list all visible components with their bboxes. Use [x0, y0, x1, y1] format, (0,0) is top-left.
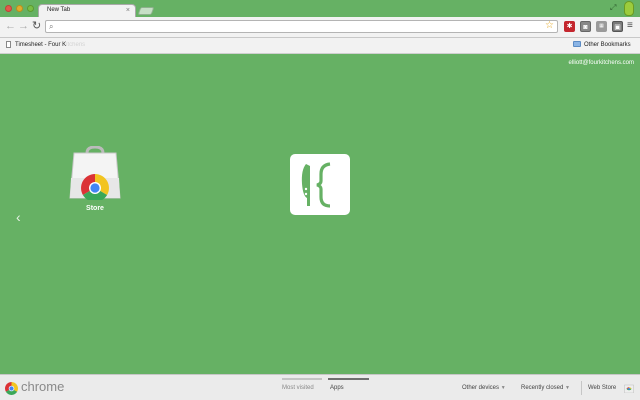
- address-input[interactable]: [60, 21, 540, 32]
- tab-indicator-active: [328, 378, 369, 380]
- close-window-button[interactable]: [5, 5, 12, 12]
- tab-most-visited[interactable]: Most visited: [282, 378, 322, 391]
- bookmark-label-faded: itchens: [66, 42, 86, 48]
- tab-close-icon[interactable]: ×: [126, 6, 130, 15]
- chevron-down-icon: ▼: [500, 385, 506, 391]
- tab-label: Apps: [330, 385, 344, 391]
- search-icon: ⌕: [49, 22, 54, 31]
- extension-dark-icon[interactable]: ▣: [612, 21, 623, 32]
- extension-red-icon[interactable]: ✱: [564, 21, 575, 32]
- app-web-store[interactable]: Store: [62, 146, 128, 218]
- omnibox[interactable]: ⌕ ☆: [45, 20, 558, 33]
- recently-closed-menu[interactable]: Recently closed ▼: [521, 385, 570, 391]
- tab-indicator: [282, 378, 322, 380]
- app-label: Store: [86, 205, 104, 212]
- fullscreen-icon[interactable]: ⤢: [610, 3, 616, 13]
- new-tab-button[interactable]: [137, 7, 155, 15]
- bookmark-label: Timesheet - Four K: [15, 42, 67, 48]
- divider: [581, 381, 582, 395]
- ntp-footer: chrome Most visited Apps Other devices ▼…: [0, 374, 640, 400]
- tab-title: New Tab: [47, 7, 71, 13]
- other-devices-menu[interactable]: Other devices ▼: [462, 385, 506, 391]
- toolbar: ← → ↻ ⌕ ☆ ✱ ◙ ▦ ▣ ≡: [0, 17, 640, 38]
- chrome-web-store-icon: [69, 146, 121, 200]
- tab-strip: New Tab × ⤢: [0, 0, 640, 17]
- extension-grey-icon[interactable]: ◙: [580, 21, 591, 32]
- tab-apps[interactable]: Apps: [328, 378, 369, 391]
- chrome-wordmark: chrome: [21, 379, 65, 394]
- folder-icon: [573, 41, 581, 47]
- reload-button[interactable]: ↻: [32, 20, 41, 33]
- other-devices-label: Other devices: [462, 385, 500, 391]
- recently-closed-label: Recently closed: [521, 385, 564, 391]
- bookmark-star-icon[interactable]: ☆: [545, 20, 554, 32]
- chrome-logo-icon: [5, 382, 18, 395]
- menu-icon[interactable]: ≡: [627, 20, 633, 32]
- user-email[interactable]: elliott@fourkitchens.com: [569, 60, 634, 66]
- forward-button[interactable]: →: [18, 20, 29, 33]
- back-button[interactable]: ←: [5, 20, 16, 33]
- minimize-window-button[interactable]: [16, 5, 23, 12]
- other-bookmarks-button[interactable]: Other Bookmarks: [573, 41, 631, 48]
- previous-page-chevron-icon[interactable]: ‹: [16, 209, 21, 225]
- other-bookmarks-label: Other Bookmarks: [584, 42, 631, 48]
- chevron-down-icon: ▼: [565, 385, 570, 391]
- zoom-window-button[interactable]: [27, 5, 34, 12]
- tab-new-tab[interactable]: New Tab ×: [38, 4, 136, 17]
- extension-box-icon[interactable]: ▦: [596, 21, 607, 32]
- profile-avatar-icon[interactable]: [624, 1, 634, 16]
- web-store-icon[interactable]: [624, 383, 634, 393]
- page-icon: [6, 41, 11, 48]
- web-store-link[interactable]: Web Store: [588, 385, 616, 391]
- bookmarks-bar: Timesheet - Four Kitchens Other Bookmark…: [0, 38, 640, 54]
- four-kitchens-app-icon: [301, 162, 331, 208]
- bookmark-timesheet[interactable]: Timesheet - Four Kitchens: [6, 41, 85, 48]
- app-four-kitchens[interactable]: [290, 154, 350, 215]
- tab-label: Most visited: [282, 385, 314, 391]
